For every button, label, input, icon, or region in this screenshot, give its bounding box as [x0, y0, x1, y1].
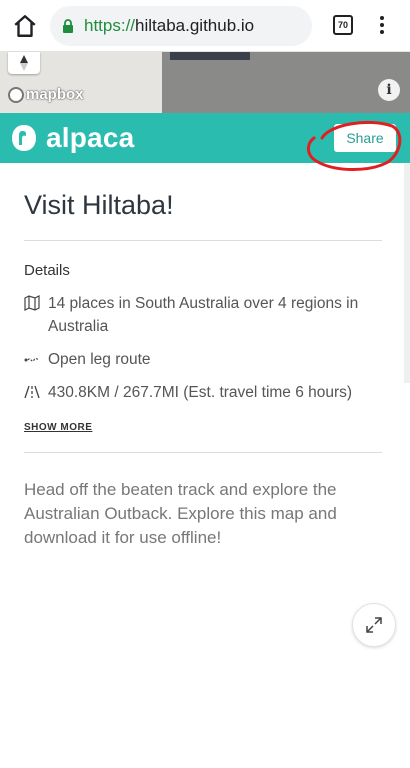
detail-distance: 430.8KM / 267.7MI (Est. travel time 6 ho… [24, 381, 382, 404]
detail-places-text: 14 places in South Australia over 4 regi… [48, 295, 359, 335]
mapbox-logo[interactable]: mapbox [8, 86, 84, 103]
lock-icon [63, 19, 73, 33]
browser-toolbar: https://hiltaba.github.io 70 [0, 0, 410, 52]
info-label: i [386, 82, 392, 98]
info-icon[interactable]: i [378, 79, 400, 101]
expand-button[interactable] [352, 603, 396, 647]
show-more-link[interactable]: SHOW MORE [24, 422, 92, 433]
map-icon [24, 295, 40, 311]
share-button[interactable]: Share [334, 124, 396, 152]
detail-distance-text: 430.8KM / 267.7MI (Est. travel time 6 ho… [48, 384, 353, 401]
brand-logo[interactable]: alpaca [10, 122, 134, 154]
url-scheme: https:// [84, 16, 136, 35]
detail-route: Open leg route [24, 348, 382, 371]
address-bar[interactable]: https://hiltaba.github.io [50, 6, 312, 46]
detail-places: 14 places in South Australia over 4 regi… [24, 292, 382, 338]
mapbox-attribution: mapbox [26, 86, 84, 103]
map-description: Head off the beaten track and explore th… [24, 480, 337, 547]
alpaca-icon [12, 125, 36, 151]
detail-route-text: Open leg route [48, 351, 151, 368]
scrollbar[interactable] [404, 163, 410, 383]
mapbox-mark-icon [8, 86, 24, 103]
road-icon [24, 385, 40, 399]
brand-name: alpaca [46, 122, 135, 153]
divider [24, 240, 382, 241]
url-host: hiltaba.github.io [135, 16, 255, 35]
menu-icon[interactable] [376, 14, 388, 38]
tab-switcher-button[interactable]: 70 [333, 15, 353, 35]
compass-icon[interactable] [8, 52, 40, 74]
map-terrain [162, 52, 410, 113]
url-text: https://hiltaba.github.io [84, 16, 254, 36]
tab-count: 70 [337, 20, 348, 30]
route-icon [24, 357, 39, 362]
expand-icon [366, 617, 382, 633]
map-feature [170, 52, 250, 60]
page-title: Visit Hiltaba! [24, 190, 174, 220]
map-view[interactable] [0, 52, 410, 113]
details-heading: Details [24, 262, 70, 279]
divider [24, 452, 382, 453]
home-icon[interactable] [12, 13, 38, 39]
